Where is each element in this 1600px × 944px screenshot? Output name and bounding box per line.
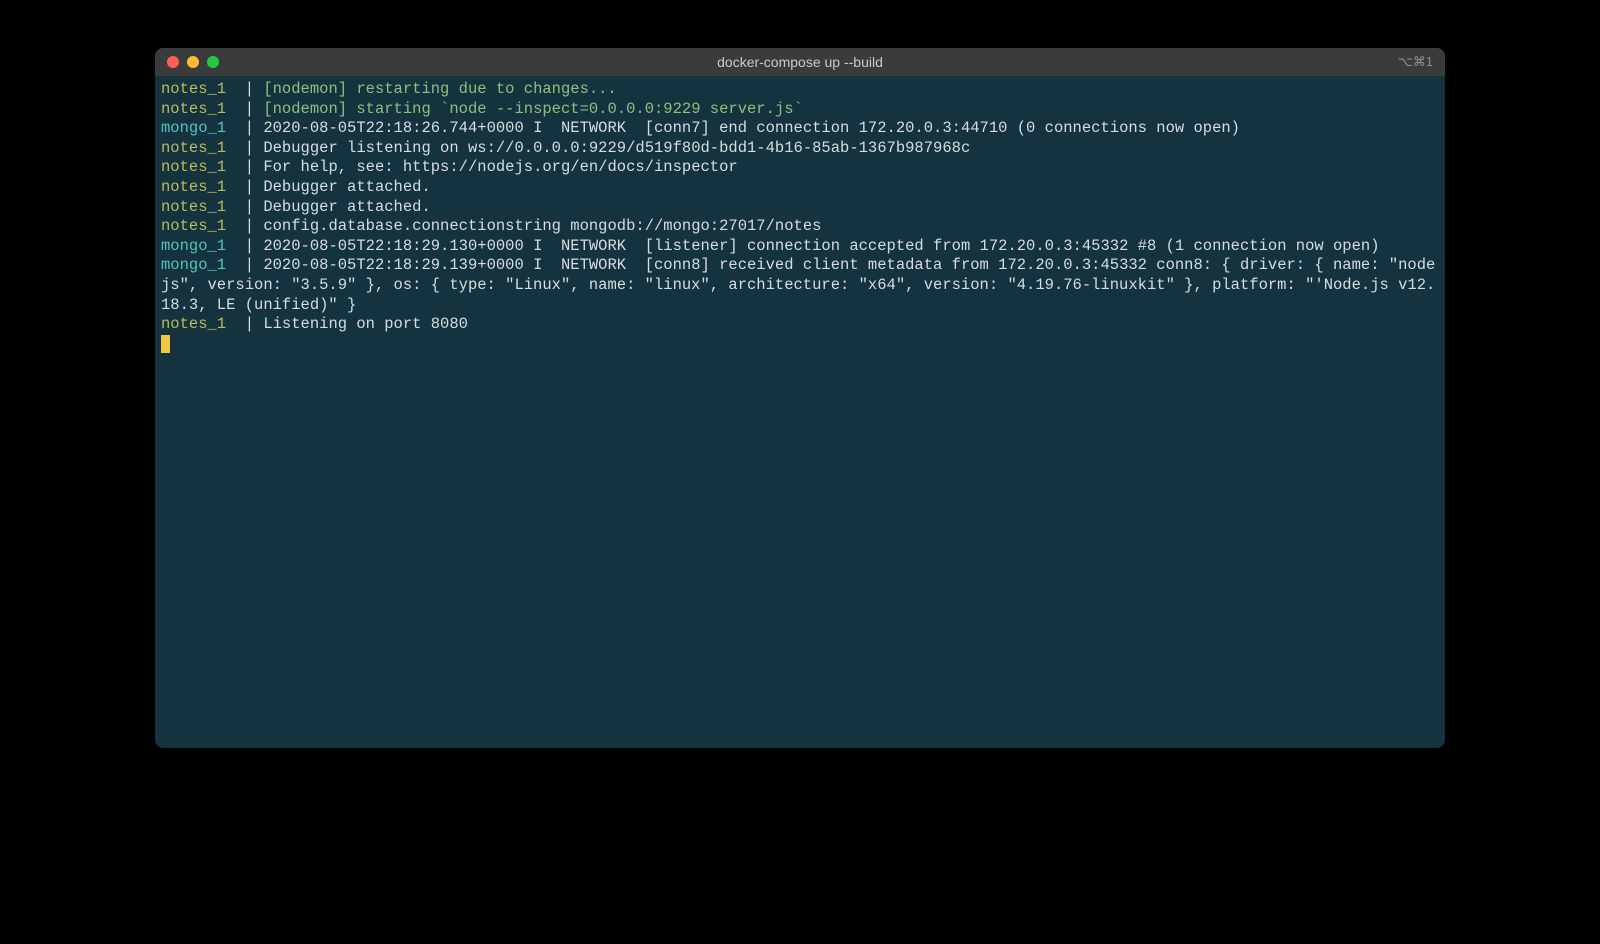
log-separator: | — [235, 256, 263, 274]
log-prefix: mongo_1 — [161, 119, 235, 137]
log-message: 2020-08-05T22:18:29.139+0000 I NETWORK [… — [161, 256, 1435, 313]
cursor-line — [161, 335, 1439, 355]
log-prefix: notes_1 — [161, 80, 235, 98]
log-separator: | — [235, 217, 263, 235]
log-message: Debugger attached. — [263, 198, 430, 216]
log-prefix: notes_1 — [161, 100, 235, 118]
log-separator: | — [235, 237, 263, 255]
log-separator: | — [235, 80, 263, 98]
log-separator: | — [235, 139, 263, 157]
log-message: Debugger attached. — [263, 178, 430, 196]
log-prefix: notes_1 — [161, 217, 235, 235]
log-message: 2020-08-05T22:18:26.744+0000 I NETWORK [… — [263, 119, 1240, 137]
log-separator: | — [235, 178, 263, 196]
window-title: docker-compose up --build — [155, 54, 1445, 70]
titlebar: docker-compose up --build ⌥⌘1 — [155, 48, 1445, 76]
log-line: mongo_1 | 2020-08-05T22:18:29.130+0000 I… — [161, 237, 1439, 257]
log-line: notes_1 | Debugger attached. — [161, 198, 1439, 218]
log-line: notes_1 | Debugger listening on ws://0.0… — [161, 139, 1439, 159]
log-separator: | — [235, 119, 263, 137]
log-line: notes_1 | [nodemon] restarting due to ch… — [161, 80, 1439, 100]
log-line: notes_1 | Debugger attached. — [161, 178, 1439, 198]
log-message: [nodemon] starting `node --inspect=0.0.0… — [263, 100, 803, 118]
log-line: notes_1 | Listening on port 8080 — [161, 315, 1439, 335]
log-line: mongo_1 | 2020-08-05T22:18:29.139+0000 I… — [161, 256, 1439, 315]
traffic-lights — [155, 56, 219, 68]
log-prefix: notes_1 — [161, 198, 235, 216]
maximize-icon[interactable] — [207, 56, 219, 68]
log-line: notes_1 | For help, see: https://nodejs.… — [161, 158, 1439, 178]
log-separator: | — [235, 315, 263, 333]
log-message: Debugger listening on ws://0.0.0.0:9229/… — [263, 139, 970, 157]
log-message: config.database.connectionstring mongodb… — [263, 217, 821, 235]
close-icon[interactable] — [167, 56, 179, 68]
log-line: notes_1 | config.database.connectionstri… — [161, 217, 1439, 237]
log-message: Listening on port 8080 — [263, 315, 468, 333]
log-message: [nodemon] restarting due to changes... — [263, 80, 616, 98]
log-prefix: notes_1 — [161, 178, 235, 196]
log-message: For help, see: https://nodejs.org/en/doc… — [263, 158, 737, 176]
log-prefix: notes_1 — [161, 139, 235, 157]
log-line: notes_1 | [nodemon] starting `node --ins… — [161, 100, 1439, 120]
log-prefix: notes_1 — [161, 315, 235, 333]
minimize-icon[interactable] — [187, 56, 199, 68]
terminal-output[interactable]: notes_1 | [nodemon] restarting due to ch… — [155, 76, 1445, 748]
terminal-cursor — [161, 335, 170, 353]
log-separator: | — [235, 158, 263, 176]
log-prefix: mongo_1 — [161, 237, 235, 255]
log-prefix: notes_1 — [161, 158, 235, 176]
log-prefix: mongo_1 — [161, 256, 235, 274]
terminal-window: docker-compose up --build ⌥⌘1 notes_1 | … — [155, 48, 1445, 748]
log-message: 2020-08-05T22:18:29.130+0000 I NETWORK [… — [263, 237, 1379, 255]
window-shortcut: ⌥⌘1 — [1398, 54, 1445, 70]
log-line: mongo_1 | 2020-08-05T22:18:26.744+0000 I… — [161, 119, 1439, 139]
log-separator: | — [235, 198, 263, 216]
log-separator: | — [235, 100, 263, 118]
